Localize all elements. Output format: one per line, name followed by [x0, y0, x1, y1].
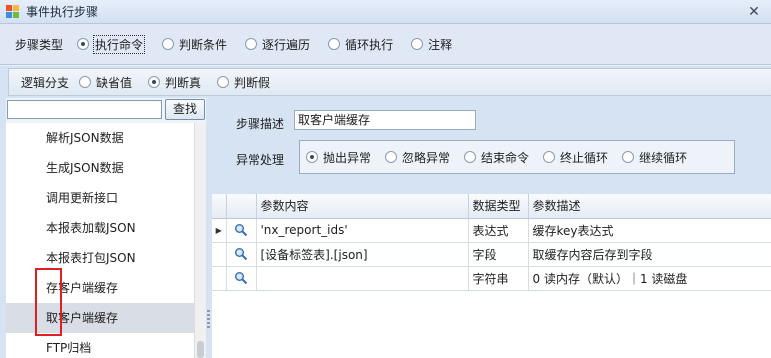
step-type-label: 步骤类型: [15, 37, 64, 52]
step-type-option-condition[interactable]: 判断条件: [162, 36, 227, 53]
grid-header-button: [226, 194, 257, 219]
lookup-button[interactable]: [226, 242, 257, 267]
search-icon[interactable]: [234, 247, 248, 261]
exception-handling-label: 异常处理: [236, 153, 285, 167]
cell-desc[interactable]: 取缓存内容后存到字段: [528, 242, 771, 267]
tree-scrollbar[interactable]: [194, 123, 206, 358]
radio-icon[interactable]: [217, 76, 230, 88]
search-input[interactable]: [7, 100, 162, 119]
exception-option-continue-loop[interactable]: 继续循环: [622, 149, 687, 166]
grid-header-row: 参数内容 数据类型 参数描述: [212, 194, 771, 219]
tree-item[interactable]: FTP归档: [6, 333, 194, 358]
divider: [0, 64, 771, 66]
cell-desc[interactable]: 0 读内存（默认）｜1 读磁盘: [528, 266, 771, 291]
close-button[interactable]: ✕: [745, 3, 763, 21]
branch-option-default[interactable]: 缺省值: [79, 74, 132, 91]
row-indicator-icon: [212, 242, 227, 267]
row-indicator-icon: [212, 266, 227, 291]
grid-header-indicator: [212, 194, 227, 219]
step-detail-panel: 步骤描述 取客户端缓存 异常处理 抛出异常 忽略异常 结束命令 终止循环 继续循…: [212, 98, 771, 358]
search-icon[interactable]: [234, 271, 248, 285]
row-indicator-icon: ▶: [212, 218, 227, 243]
parameter-grid[interactable]: 参数内容 数据类型 参数描述 ▶ 'nx_report_ids' 表达式 缓存k…: [212, 194, 771, 358]
radio-icon[interactable]: [328, 38, 341, 50]
highlight-annotation-box: [35, 268, 62, 336]
step-type-group: 步骤类型 执行命令 判断条件 逐行遍历 循环执行 注释: [0, 24, 771, 64]
step-description-label: 步骤描述: [236, 117, 285, 131]
tree-item[interactable]: 生成JSON数据: [6, 153, 194, 183]
radio-selected-icon[interactable]: [306, 151, 318, 163]
radio-selected-icon[interactable]: [148, 76, 161, 88]
scrollbar-thumb[interactable]: [197, 341, 204, 358]
exception-option-throw[interactable]: 抛出异常: [306, 149, 371, 166]
cell-content[interactable]: 'nx_report_ids': [256, 218, 469, 243]
exception-option-break-loop[interactable]: 终止循环: [543, 149, 608, 166]
step-description-input[interactable]: 取客户端缓存: [294, 110, 476, 130]
cell-content[interactable]: [256, 266, 469, 291]
radio-icon[interactable]: [79, 76, 92, 88]
radio-icon[interactable]: [385, 151, 398, 163]
exception-option-ignore[interactable]: 忽略异常: [385, 149, 450, 166]
radio-icon[interactable]: [162, 38, 175, 50]
exception-handling-group: 抛出异常 忽略异常 结束命令 终止循环 继续循环: [299, 140, 735, 174]
tree-item[interactable]: 解析JSON数据: [6, 123, 194, 153]
window-title: 事件执行步骤: [26, 5, 99, 19]
cell-type[interactable]: 字段: [468, 242, 529, 267]
radio-icon[interactable]: [245, 38, 258, 50]
table-row[interactable]: 字符串 0 读内存（默认）｜1 读磁盘: [212, 266, 771, 291]
cell-desc[interactable]: 缓存key表达式: [528, 218, 771, 243]
table-row[interactable]: [设备标签表].[json] 字段 取缓存内容后存到字段: [212, 242, 771, 267]
step-type-option-loop[interactable]: 循环执行: [328, 36, 393, 53]
lookup-button[interactable]: [226, 266, 257, 291]
search-icon[interactable]: [234, 223, 248, 237]
radio-icon[interactable]: [543, 151, 556, 163]
search-button[interactable]: 查找: [165, 99, 205, 120]
lookup-button[interactable]: [226, 218, 257, 243]
cell-type[interactable]: 表达式: [468, 218, 529, 243]
radio-selected-icon[interactable]: [77, 38, 90, 50]
step-type-option-execute[interactable]: 执行命令: [77, 34, 146, 54]
branch-option-false[interactable]: 判断假: [217, 74, 270, 91]
tree-item[interactable]: 本报表加载JSON: [6, 213, 194, 243]
radio-icon[interactable]: [464, 151, 477, 163]
step-type-option-comment[interactable]: 注释: [411, 36, 452, 53]
grid-header-desc[interactable]: 参数描述: [528, 194, 771, 219]
splitter-grip-icon[interactable]: [207, 310, 210, 328]
logic-branch-group: 逻辑分支 缺省值 判断真 判断假: [8, 68, 771, 96]
title-bar: 事件执行步骤 ✕: [0, 0, 771, 24]
table-row[interactable]: ▶ 'nx_report_ids' 表达式 缓存key表达式: [212, 218, 771, 243]
radio-icon[interactable]: [411, 38, 424, 50]
branch-option-true[interactable]: 判断真: [148, 74, 201, 91]
logic-branch-label: 逻辑分支: [21, 75, 70, 90]
step-type-option-iterate[interactable]: 逐行遍历: [245, 36, 310, 53]
cell-type[interactable]: 字符串: [468, 266, 529, 291]
app-icon: [6, 4, 20, 19]
radio-icon[interactable]: [622, 151, 635, 163]
tree-item[interactable]: 调用更新接口: [6, 183, 194, 213]
grid-header-type[interactable]: 数据类型: [468, 194, 529, 219]
exception-option-end-command[interactable]: 结束命令: [464, 149, 529, 166]
grid-header-content[interactable]: 参数内容: [256, 194, 469, 219]
cell-content[interactable]: [设备标签表].[json]: [256, 242, 469, 267]
